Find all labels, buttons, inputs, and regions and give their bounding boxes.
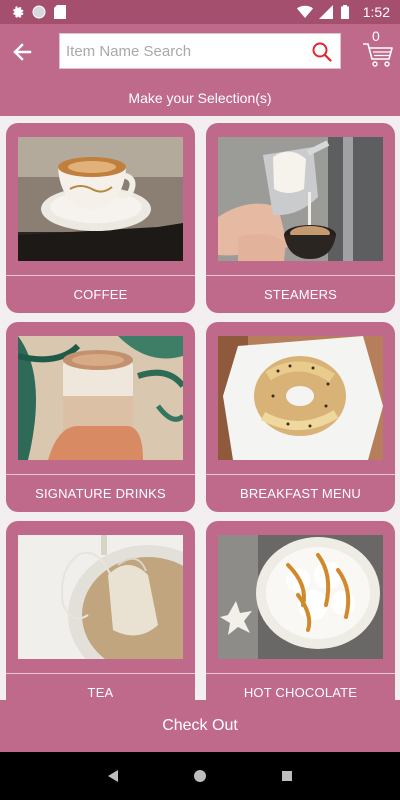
shopping-cart-icon: [363, 43, 393, 67]
nav-back-button[interactable]: [103, 766, 123, 786]
search-button[interactable]: [310, 40, 334, 64]
category-label: BREAKFAST MENU: [239, 486, 362, 501]
back-button[interactable]: [2, 32, 42, 72]
category-grid: COFFEE STEAMERS SIGNATURE DRINKS BREAKFA…: [0, 116, 400, 700]
nav-home-button[interactable]: [190, 766, 210, 786]
search-box: [59, 33, 341, 69]
tea-photo: [18, 535, 183, 659]
app-screen: 1:52 0: [0, 0, 400, 800]
category-label: SIGNATURE DRINKS: [35, 486, 166, 501]
category-card-tea[interactable]: TEA: [6, 521, 195, 700]
status-bar: 1:52: [0, 0, 400, 24]
checkout-button[interactable]: Check Out: [0, 700, 400, 752]
search-icon: [312, 42, 332, 62]
sd-card-icon: [54, 5, 68, 19]
category-label: HOT CHOCOLATE: [243, 685, 358, 700]
card-divider: [206, 673, 395, 674]
card-divider: [6, 474, 195, 475]
app-bar: 0: [0, 24, 400, 80]
triangle-back-icon: [108, 770, 119, 782]
category-card-coffee[interactable]: COFFEE: [6, 123, 195, 313]
category-card-hot-chocolate[interactable]: HOT CHOCOLATE: [206, 521, 395, 700]
signature-drinks-photo: [18, 336, 183, 460]
breakfast-menu-photo: [218, 336, 383, 460]
wifi-icon: [296, 5, 313, 19]
arrow-left-icon: [13, 43, 32, 61]
category-label: COFFEE: [73, 287, 128, 302]
signal-icon: [318, 5, 333, 19]
category-card-breakfast-menu[interactable]: BREAKFAST MENU: [206, 322, 395, 512]
nav-recents-button[interactable]: [277, 766, 297, 786]
system-nav-bar: [0, 752, 400, 800]
selection-header: Make your Selection(s): [0, 80, 400, 116]
settings-icon: [10, 5, 24, 19]
cart-button[interactable]: 0: [362, 28, 396, 72]
category-card-signature-drinks[interactable]: SIGNATURE DRINKS: [6, 322, 195, 512]
status-time: 1:52: [362, 4, 390, 20]
circle-home-icon: [193, 770, 206, 782]
search-input[interactable]: [66, 42, 302, 60]
category-label: TEA: [87, 685, 114, 700]
coffee-photo: [18, 137, 183, 261]
square-recents-icon: [281, 771, 292, 781]
hot-chocolate-photo: [218, 535, 383, 659]
category-card-steamers[interactable]: STEAMERS: [206, 123, 395, 313]
card-divider: [6, 673, 195, 674]
card-divider: [206, 474, 395, 475]
steamers-photo: [218, 137, 383, 261]
battery-icon: [340, 5, 355, 19]
circle-icon: [32, 5, 46, 19]
category-label: STEAMERS: [263, 287, 338, 302]
card-divider: [6, 275, 195, 276]
card-divider: [206, 275, 395, 276]
